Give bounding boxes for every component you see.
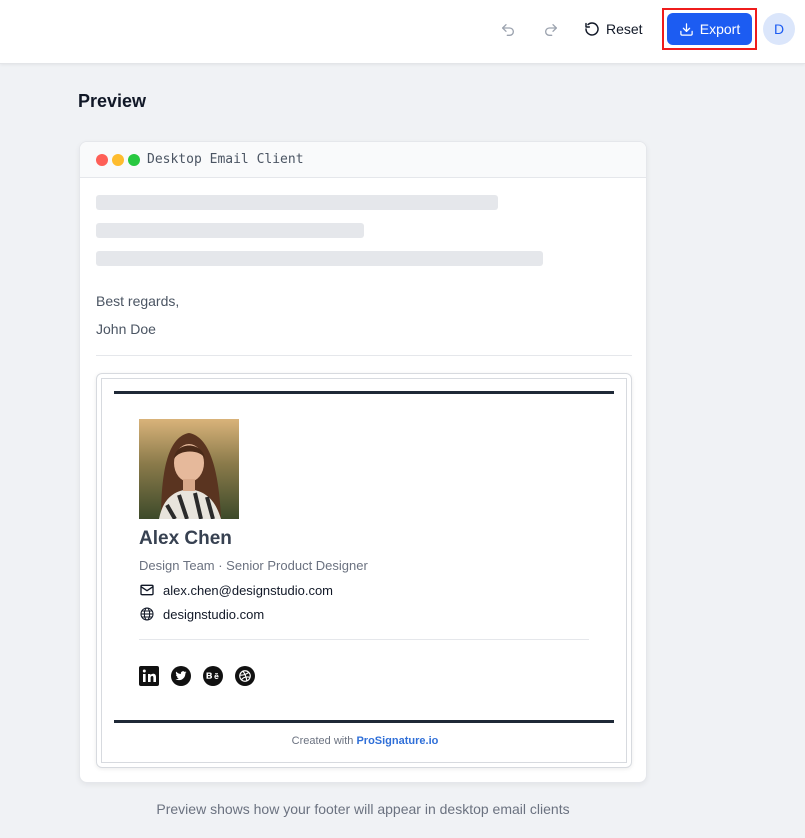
client-window-header: Desktop Email Client (80, 142, 646, 178)
placeholder-line (96, 223, 364, 238)
window-maximize-dot (128, 154, 140, 166)
credit-brand-link[interactable]: ProSignature.io (356, 735, 438, 747)
reset-label: Reset (606, 21, 643, 37)
download-icon (680, 22, 693, 36)
redo-button[interactable] (535, 16, 567, 44)
export-highlight: Export (662, 8, 757, 50)
signature-name: Alex Chen (139, 528, 232, 549)
globe-icon (140, 607, 154, 621)
placeholder-line (96, 195, 498, 210)
email-sender: John Doe (96, 321, 156, 337)
behance-icon[interactable] (203, 666, 223, 686)
user-avatar[interactable]: D (763, 13, 795, 45)
profile-photo (139, 419, 239, 519)
reset-button[interactable]: Reset (584, 14, 643, 44)
signature-divider (139, 639, 589, 640)
signature-top-rule (114, 391, 614, 394)
window-minimize-dot (112, 154, 124, 166)
preview-caption: Preview shows how your footer will appea… (156, 801, 570, 817)
signature-frame: Alex Chen Design Team · Senior Product D… (96, 373, 632, 768)
twitter-icon[interactable] (171, 666, 191, 686)
export-label: Export (699, 21, 741, 37)
email-preview-card: Desktop Email Client Best regards, John … (79, 141, 647, 783)
dribbble-icon[interactable] (235, 666, 255, 686)
signature-role: Design Team · Senior Product Designer (139, 558, 368, 573)
credit-prefix: Created with (291, 735, 357, 747)
undo-icon (502, 24, 514, 36)
signature-bottom-rule (114, 720, 614, 723)
undo-button[interactable] (492, 16, 524, 44)
mail-icon (140, 584, 154, 596)
email-closing: Best regards, (96, 293, 180, 309)
signature-email-row[interactable]: alex.chen@designstudio.com (139, 582, 333, 598)
linkedin-icon[interactable] (139, 666, 159, 686)
email-separator (96, 355, 632, 356)
reset-icon (585, 22, 599, 36)
redo-icon (545, 24, 557, 36)
client-label: Desktop Email Client (147, 152, 304, 167)
signature-website-row[interactable]: designstudio.com (139, 606, 264, 622)
signature-panel: Alex Chen Design Team · Senior Product D… (101, 378, 627, 763)
signature-website: designstudio.com (163, 606, 265, 622)
signature-email: alex.chen@designstudio.com (163, 582, 334, 598)
page-title: Preview (78, 91, 147, 111)
placeholder-line (96, 251, 543, 266)
signature-credit: Created with ProSignature.io (102, 735, 628, 747)
social-links (139, 666, 255, 686)
top-toolbar: Reset Export D (0, 0, 805, 64)
window-close-dot (96, 154, 108, 166)
export-button[interactable]: Export (667, 13, 752, 45)
